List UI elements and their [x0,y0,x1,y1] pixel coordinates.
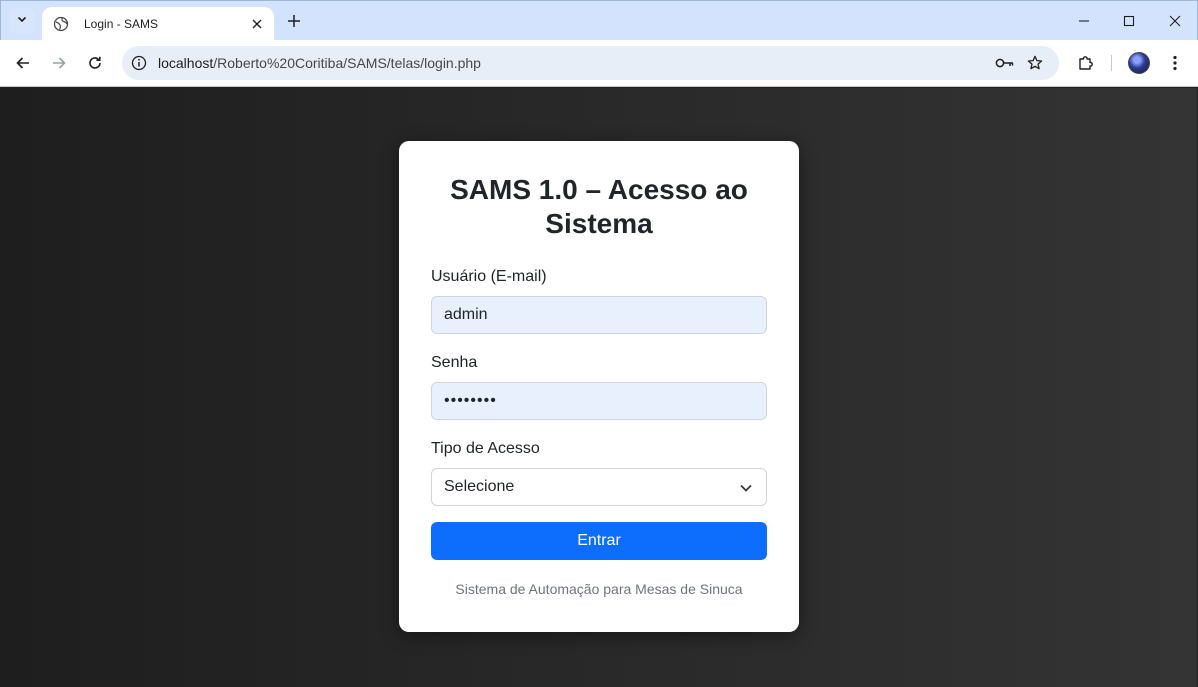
forward-arrow-icon[interactable] [47,51,71,75]
email-field-value: admin [444,306,488,323]
puzzle-icon[interactable] [1074,51,1098,75]
star-icon[interactable] [1025,54,1045,72]
kebab-menu-icon[interactable] [1163,51,1187,75]
back-arrow-icon[interactable] [11,51,35,75]
toolbar-separator [1111,55,1112,71]
page-title: SAMS 1.0 – Acesso ao Sistema [450,174,748,239]
key-icon[interactable] [995,54,1015,72]
chevron-down-icon [739,481,753,495]
access-type-selected: Selecione [444,478,515,495]
url-path: /Roberto%20Coritiba/SAMS/telas/login.php [213,55,481,71]
footer-text: Sistema de Automação para Mesas de Sinuc… [455,581,743,597]
avatar[interactable] [1128,52,1150,74]
password-field-value: •••••••• [444,392,497,409]
reload-icon[interactable] [83,51,107,75]
maximize-icon[interactable] [1106,1,1152,41]
password-field[interactable]: •••••••• [431,382,767,420]
minimize-icon[interactable] [1061,1,1107,41]
password-label: Senha [431,354,478,371]
info-icon[interactable] [131,55,147,71]
browser-tab[interactable]: Login - SAMS [42,7,274,41]
tab-search-button[interactable] [9,8,35,34]
page-background: SAMS 1.0 – Acesso ao Sistema Usuário (E-… [1,88,1197,687]
user-label: Usuário (E-mail) [431,268,547,285]
close-icon[interactable] [248,15,266,33]
login-card: SAMS 1.0 – Acesso ao Sistema Usuário (E-… [399,141,799,632]
login-button[interactable]: Entrar [431,522,767,560]
browser-toolbar: localhost/Roberto%20Coritiba/SAMS/telas/… [0,40,1198,87]
plus-icon[interactable] [284,11,304,31]
close-window-icon[interactable] [1152,1,1198,41]
email-field[interactable]: admin [431,296,767,334]
url-host: localhost [158,55,214,71]
access-type-select[interactable]: Selecione [431,468,767,506]
url-text[interactable]: localhost/Roberto%20Coritiba/SAMS/telas/… [158,55,481,71]
chevron-down-icon [16,12,28,30]
tab-title: Login - SAMS [84,17,159,31]
browser-titlebar: Login - SAMS [0,0,1198,41]
globe-icon [53,16,69,32]
access-type-label: Tipo de Acesso [431,440,540,457]
address-bar[interactable]: localhost/Roberto%20Coritiba/SAMS/telas/… [122,46,1059,80]
